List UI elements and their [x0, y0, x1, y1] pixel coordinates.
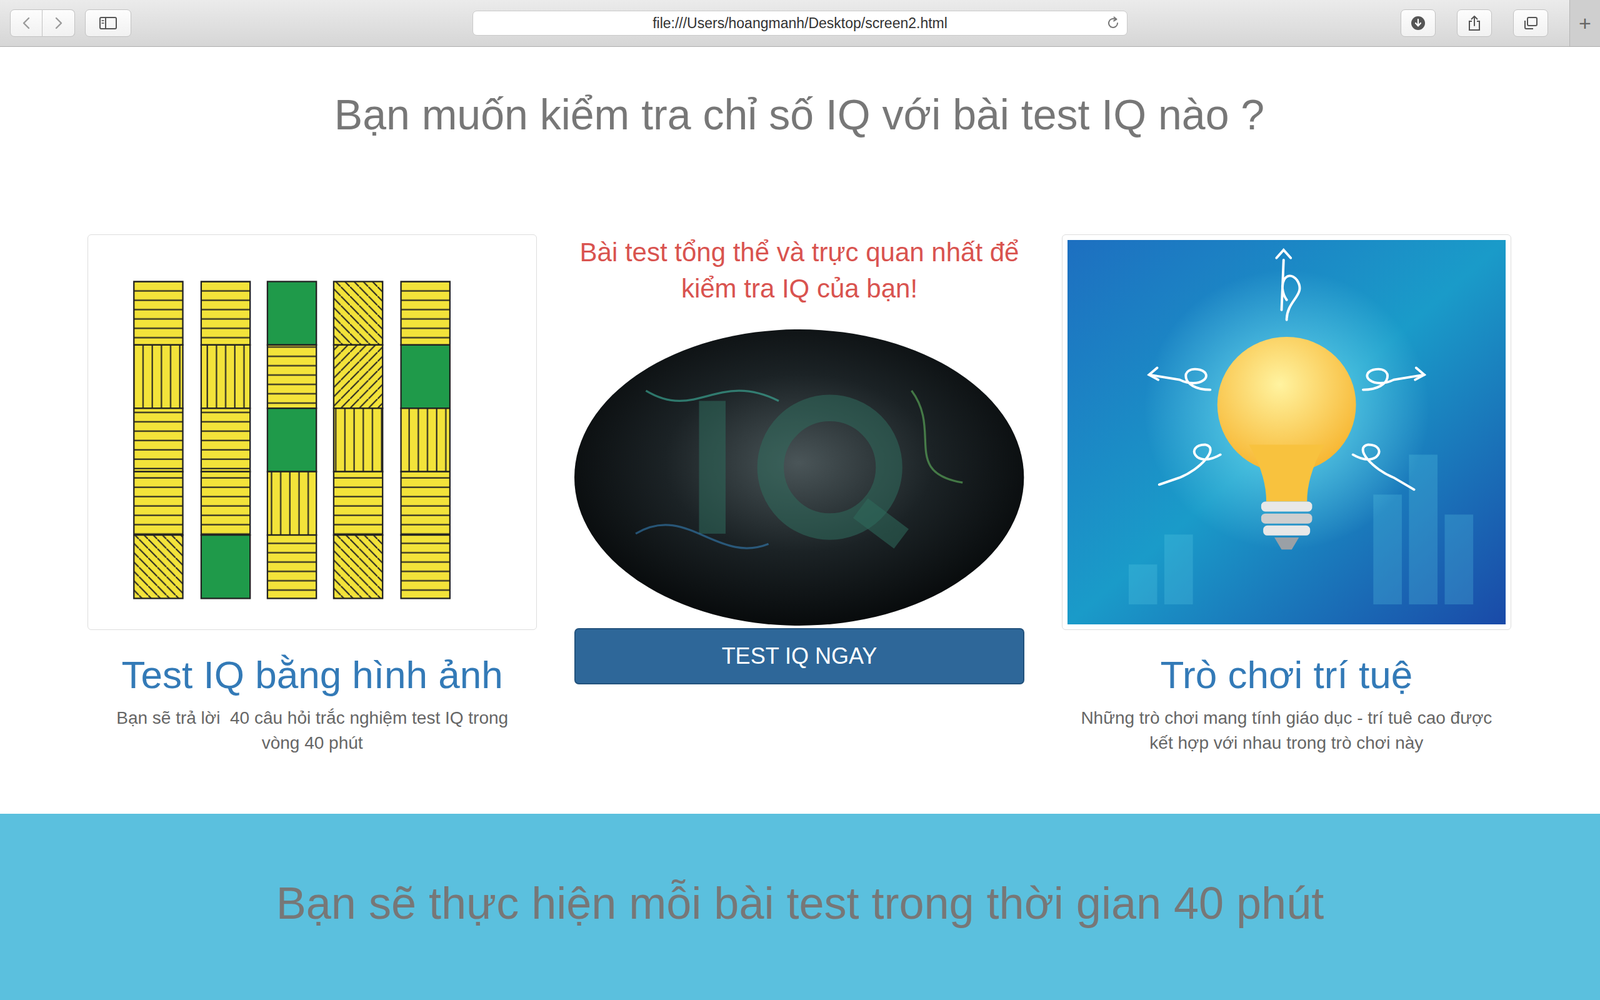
forward-button[interactable] [42, 9, 75, 37]
sidebar-icon [98, 16, 118, 30]
test-options: Test IQ bằng hình ảnh Bạn sẽ trả lời 40 c… [87, 234, 1512, 757]
card-image[interactable] [1061, 234, 1512, 630]
test-card: Bài test tổng thể và trực quan nhất để k… [574, 234, 1024, 685]
address-field[interactable]: file:///Users/hoangmanh/Desktop/screen2.… [472, 10, 1128, 36]
share-button[interactable] [1456, 9, 1492, 37]
page-content: Bạn muốn kiểm tra chỉ số IQ với bài test… [0, 46, 1600, 814]
back-icon [20, 16, 32, 30]
card-title[interactable]: Test IQ bằng hình ảnh [87, 652, 537, 697]
downloads-button[interactable] [1400, 9, 1436, 37]
card-description: Bạn sẽ trả lời 40 câu hỏi trắc nghiệm te… [87, 705, 537, 757]
test-card: Test IQ bằng hình ảnh Bạn sẽ trả lời 40 c… [87, 234, 537, 757]
banner-text: Bạn sẽ thực hiện mỗi bài test trong thời… [25, 876, 1575, 930]
browser-toolbar: file:///Users/hoangmanh/Desktop/screen2.… [0, 0, 1600, 47]
tabs-button[interactable] [1513, 9, 1549, 37]
tabs-icon [1522, 15, 1539, 31]
download-icon [1410, 15, 1427, 32]
test-card: Trò chơi trí tuệ Những trò chơi mang tính… [1061, 234, 1512, 757]
info-banner: Bạn sẽ thực hiện mỗi bài test trong thời… [0, 813, 1600, 1000]
browser-window: file:///Users/hoangmanh/Desktop/screen2.… [0, 0, 1600, 1000]
sidebar-button[interactable] [85, 9, 132, 37]
new-tab-button[interactable]: + [1569, 0, 1600, 47]
forward-icon [53, 16, 65, 30]
card-image[interactable] [87, 234, 537, 630]
odd-one-out-picture [93, 240, 532, 625]
back-button[interactable] [10, 9, 43, 37]
featured-tagline: Bài test tổng thể và trực quan nhất để k… [574, 234, 1024, 307]
card-title[interactable]: Trò chơi trí tuệ [1061, 652, 1512, 697]
reload-icon[interactable] [1105, 15, 1121, 31]
light-bulb-picture [1067, 240, 1506, 625]
navigation-buttons [10, 9, 75, 37]
iq-oval-image[interactable] [574, 329, 1024, 626]
start-test-button[interactable]: TEST IQ NGAY [574, 628, 1024, 685]
address-text: file:///Users/hoangmanh/Desktop/screen2.… [500, 15, 1100, 32]
page-heading: Bạn muốn kiểm tra chỉ số IQ với bài test… [87, 89, 1512, 141]
share-icon [1466, 14, 1482, 32]
card-description: Những trò chơi mang tính giáo dục - trí … [1061, 705, 1512, 757]
